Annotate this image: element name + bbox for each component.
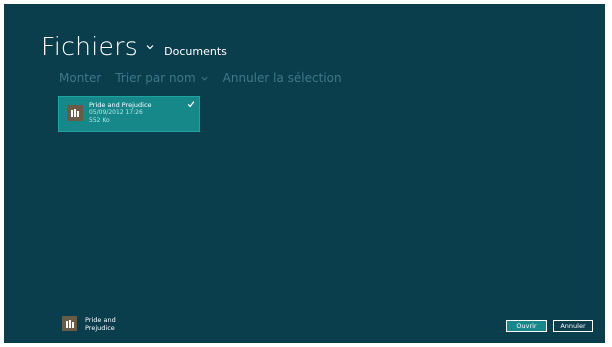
selection-basket-item[interactable]: Pride and Prejudice bbox=[62, 316, 125, 332]
header: Fichiers Documents bbox=[41, 32, 227, 61]
file-size: 552 Ko bbox=[89, 117, 110, 124]
sort-command[interactable]: Trier par nom bbox=[115, 71, 208, 85]
checkmark-icon bbox=[187, 101, 195, 108]
clear-selection-command[interactable]: Annuler la sélection bbox=[223, 71, 342, 85]
file-picker: Fichiers Documents Monter Trier par nom … bbox=[4, 4, 605, 343]
up-command[interactable]: Monter bbox=[59, 71, 101, 85]
sort-command-label: Trier par nom bbox=[115, 71, 196, 85]
chevron-down-icon bbox=[201, 76, 208, 81]
file-info: Pride and Prejudice 05/09/2012 17:26 552… bbox=[89, 101, 152, 125]
current-folder[interactable]: Documents bbox=[164, 45, 227, 58]
book-icon bbox=[62, 316, 77, 331]
file-tile[interactable]: Pride and Prejudice 05/09/2012 17:26 552… bbox=[58, 96, 200, 132]
selection-label-line1: Pride and bbox=[85, 316, 116, 324]
selection-label: Pride and Prejudice bbox=[85, 316, 125, 332]
selection-label-line2: Prejudice bbox=[85, 324, 115, 332]
chevron-down-icon[interactable] bbox=[145, 42, 155, 52]
file-date: 05/09/2012 17:26 bbox=[89, 109, 143, 116]
page-title[interactable]: Fichiers bbox=[41, 32, 138, 61]
open-button[interactable]: Ouvrir bbox=[506, 320, 547, 332]
command-bar: Monter Trier par nom Annuler la sélectio… bbox=[59, 71, 356, 85]
file-name: Pride and Prejudice bbox=[89, 101, 152, 109]
book-icon bbox=[67, 105, 83, 121]
cancel-button[interactable]: Annuler bbox=[553, 320, 593, 332]
